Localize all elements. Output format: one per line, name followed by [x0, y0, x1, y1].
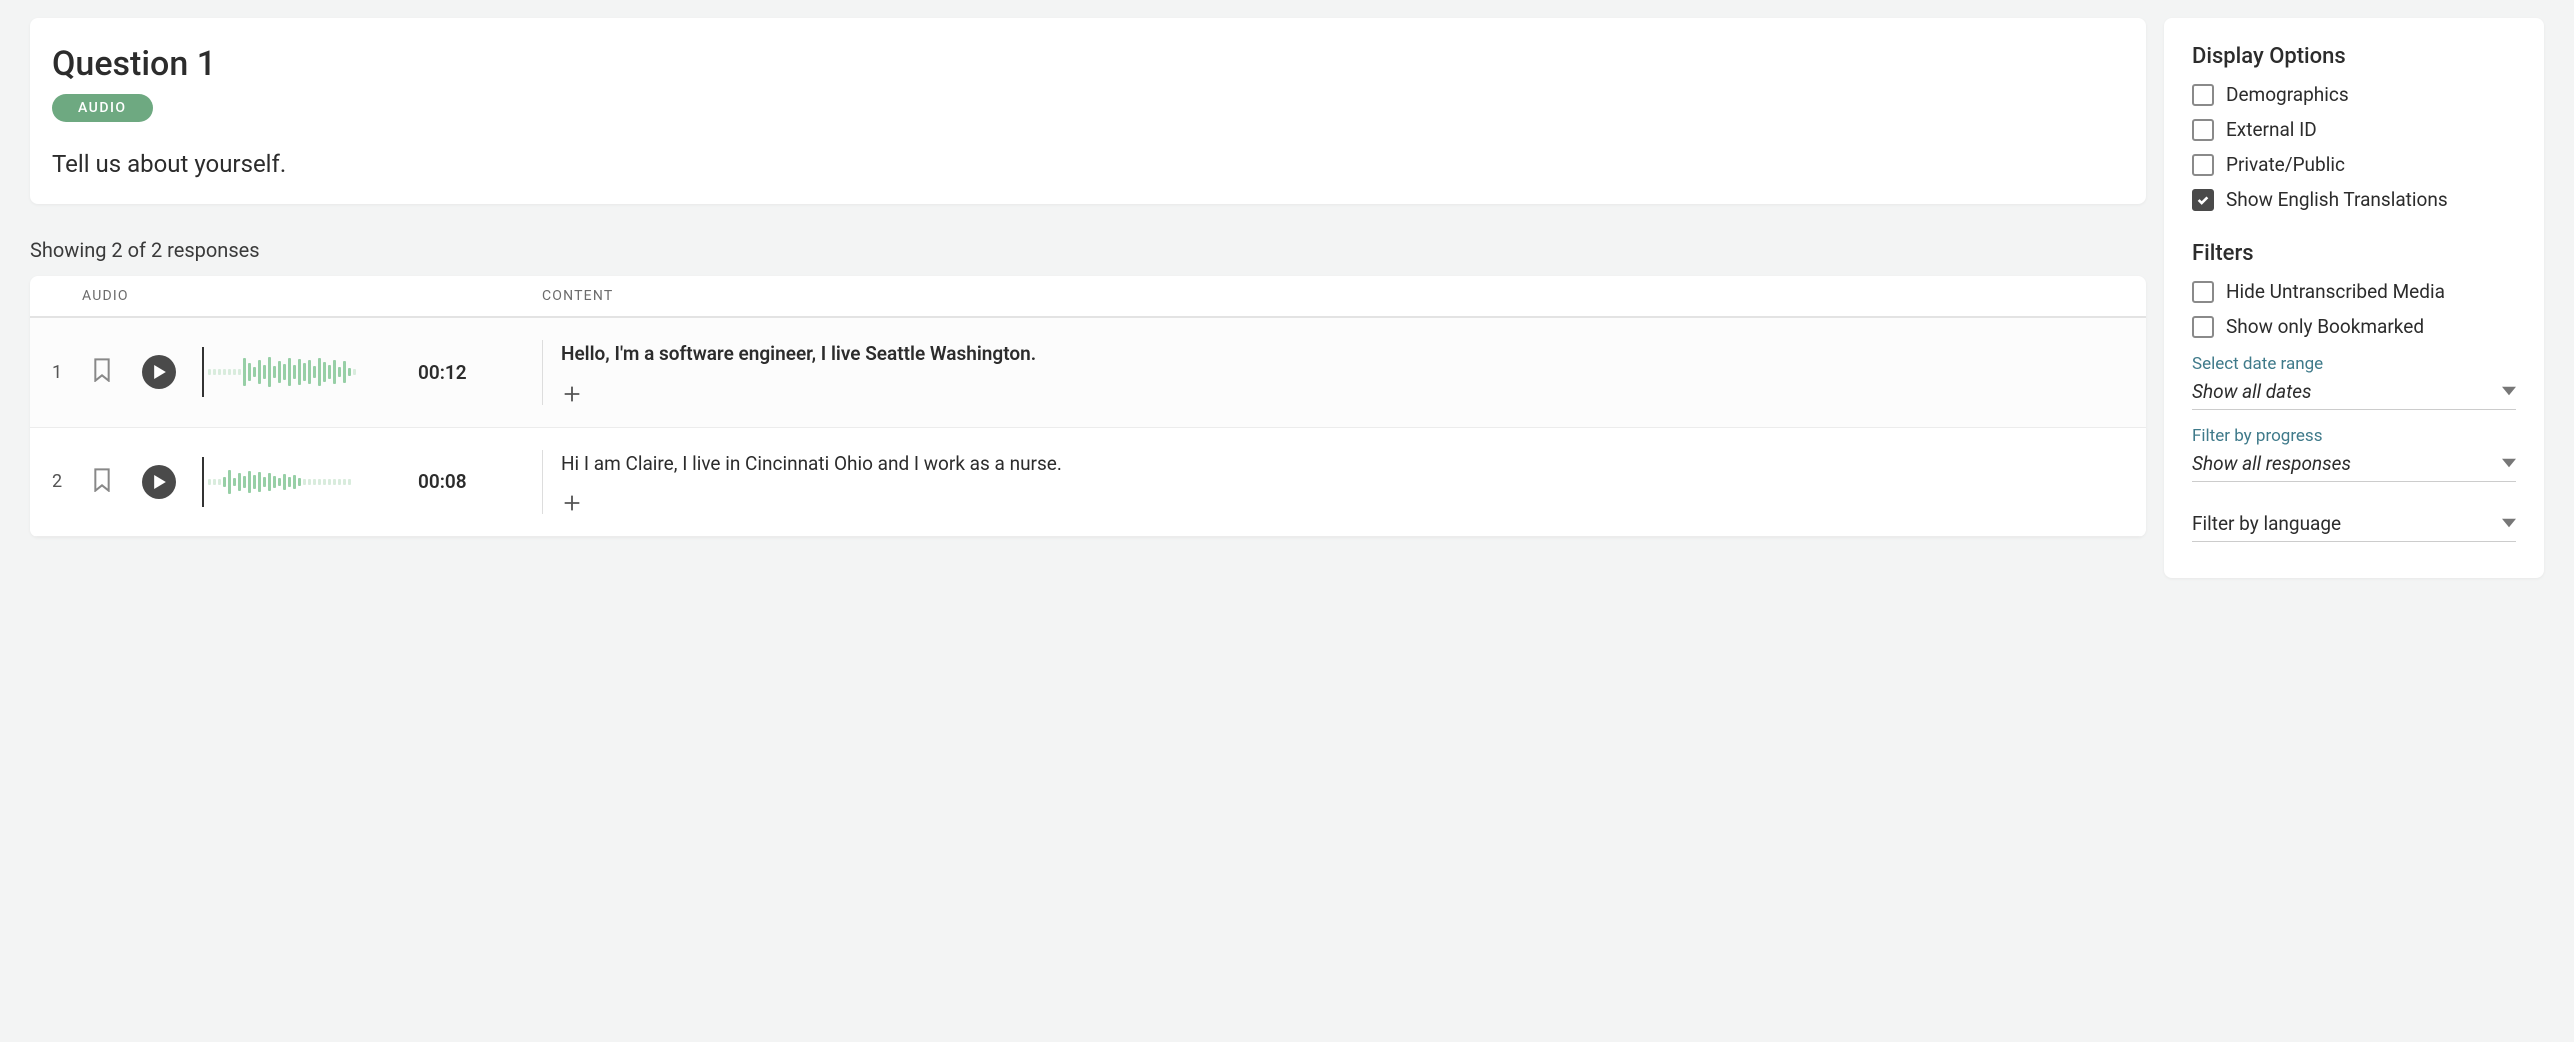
bookmark-icon[interactable] — [92, 468, 112, 496]
audio-duration: 00:08 — [418, 470, 467, 493]
progress-filter-select[interactable]: Show all responses — [2192, 446, 2516, 482]
table-row: 2 00:08 — [30, 428, 2146, 538]
display-options-heading: Display Options — [2192, 44, 2516, 69]
audio-duration: 00:12 — [418, 361, 467, 384]
date-range-label: Select date range — [2192, 354, 2516, 374]
chevron-down-icon — [2502, 452, 2516, 475]
audio-waveform[interactable]: 00:12 — [202, 347, 542, 397]
language-filter-select[interactable]: Filter by language — [2192, 506, 2516, 542]
table-row: 1 00:12 — [30, 318, 2146, 428]
chevron-down-icon — [2502, 512, 2516, 535]
play-button[interactable] — [142, 355, 176, 389]
response-count-text: Showing 2 of 2 responses — [30, 238, 2146, 262]
checkbox-demographics[interactable]: Demographics — [2192, 83, 2516, 106]
checkbox-external-id[interactable]: External ID — [2192, 118, 2516, 141]
checkbox-show-bookmarked[interactable]: Show only Bookmarked — [2192, 315, 2516, 338]
checkbox-show-translations[interactable]: Show English Translations — [2192, 188, 2516, 211]
row-index: 1 — [52, 362, 92, 383]
date-range-select[interactable]: Show all dates — [2192, 374, 2516, 410]
chevron-down-icon — [2502, 380, 2516, 403]
checkbox-private-public[interactable]: Private/Public — [2192, 153, 2516, 176]
progress-filter-label: Filter by progress — [2192, 426, 2516, 446]
question-card: Question 1 AUDIO Tell us about yourself. — [30, 18, 2146, 204]
add-tag-button[interactable] — [561, 492, 583, 514]
play-button[interactable] — [142, 465, 176, 499]
question-text: Tell us about yourself. — [52, 150, 2124, 178]
responses-table: AUDIO CONTENT 1 — [30, 276, 2146, 537]
audio-waveform[interactable]: 00:08 — [202, 457, 542, 507]
options-panel: Display Options Demographics External ID… — [2164, 18, 2544, 578]
question-type-badge: AUDIO — [52, 94, 153, 122]
filters-heading: Filters — [2192, 241, 2516, 266]
bookmark-icon[interactable] — [92, 358, 112, 386]
add-tag-button[interactable] — [561, 383, 583, 405]
question-title: Question 1 — [52, 44, 2124, 84]
main-area: Question 1 AUDIO Tell us about yourself.… — [30, 18, 2146, 537]
table-header: AUDIO CONTENT — [30, 276, 2146, 318]
checkbox-hide-untranscribed[interactable]: Hide Untranscribed Media — [2192, 280, 2516, 303]
header-content: CONTENT — [542, 288, 2124, 304]
response-content: Hello, I'm a software engineer, I live S… — [542, 340, 2124, 405]
row-index: 2 — [52, 471, 92, 492]
header-audio: AUDIO — [82, 288, 129, 304]
response-content: Hi I am Claire, I live in Cincinnati Ohi… — [542, 450, 2124, 515]
